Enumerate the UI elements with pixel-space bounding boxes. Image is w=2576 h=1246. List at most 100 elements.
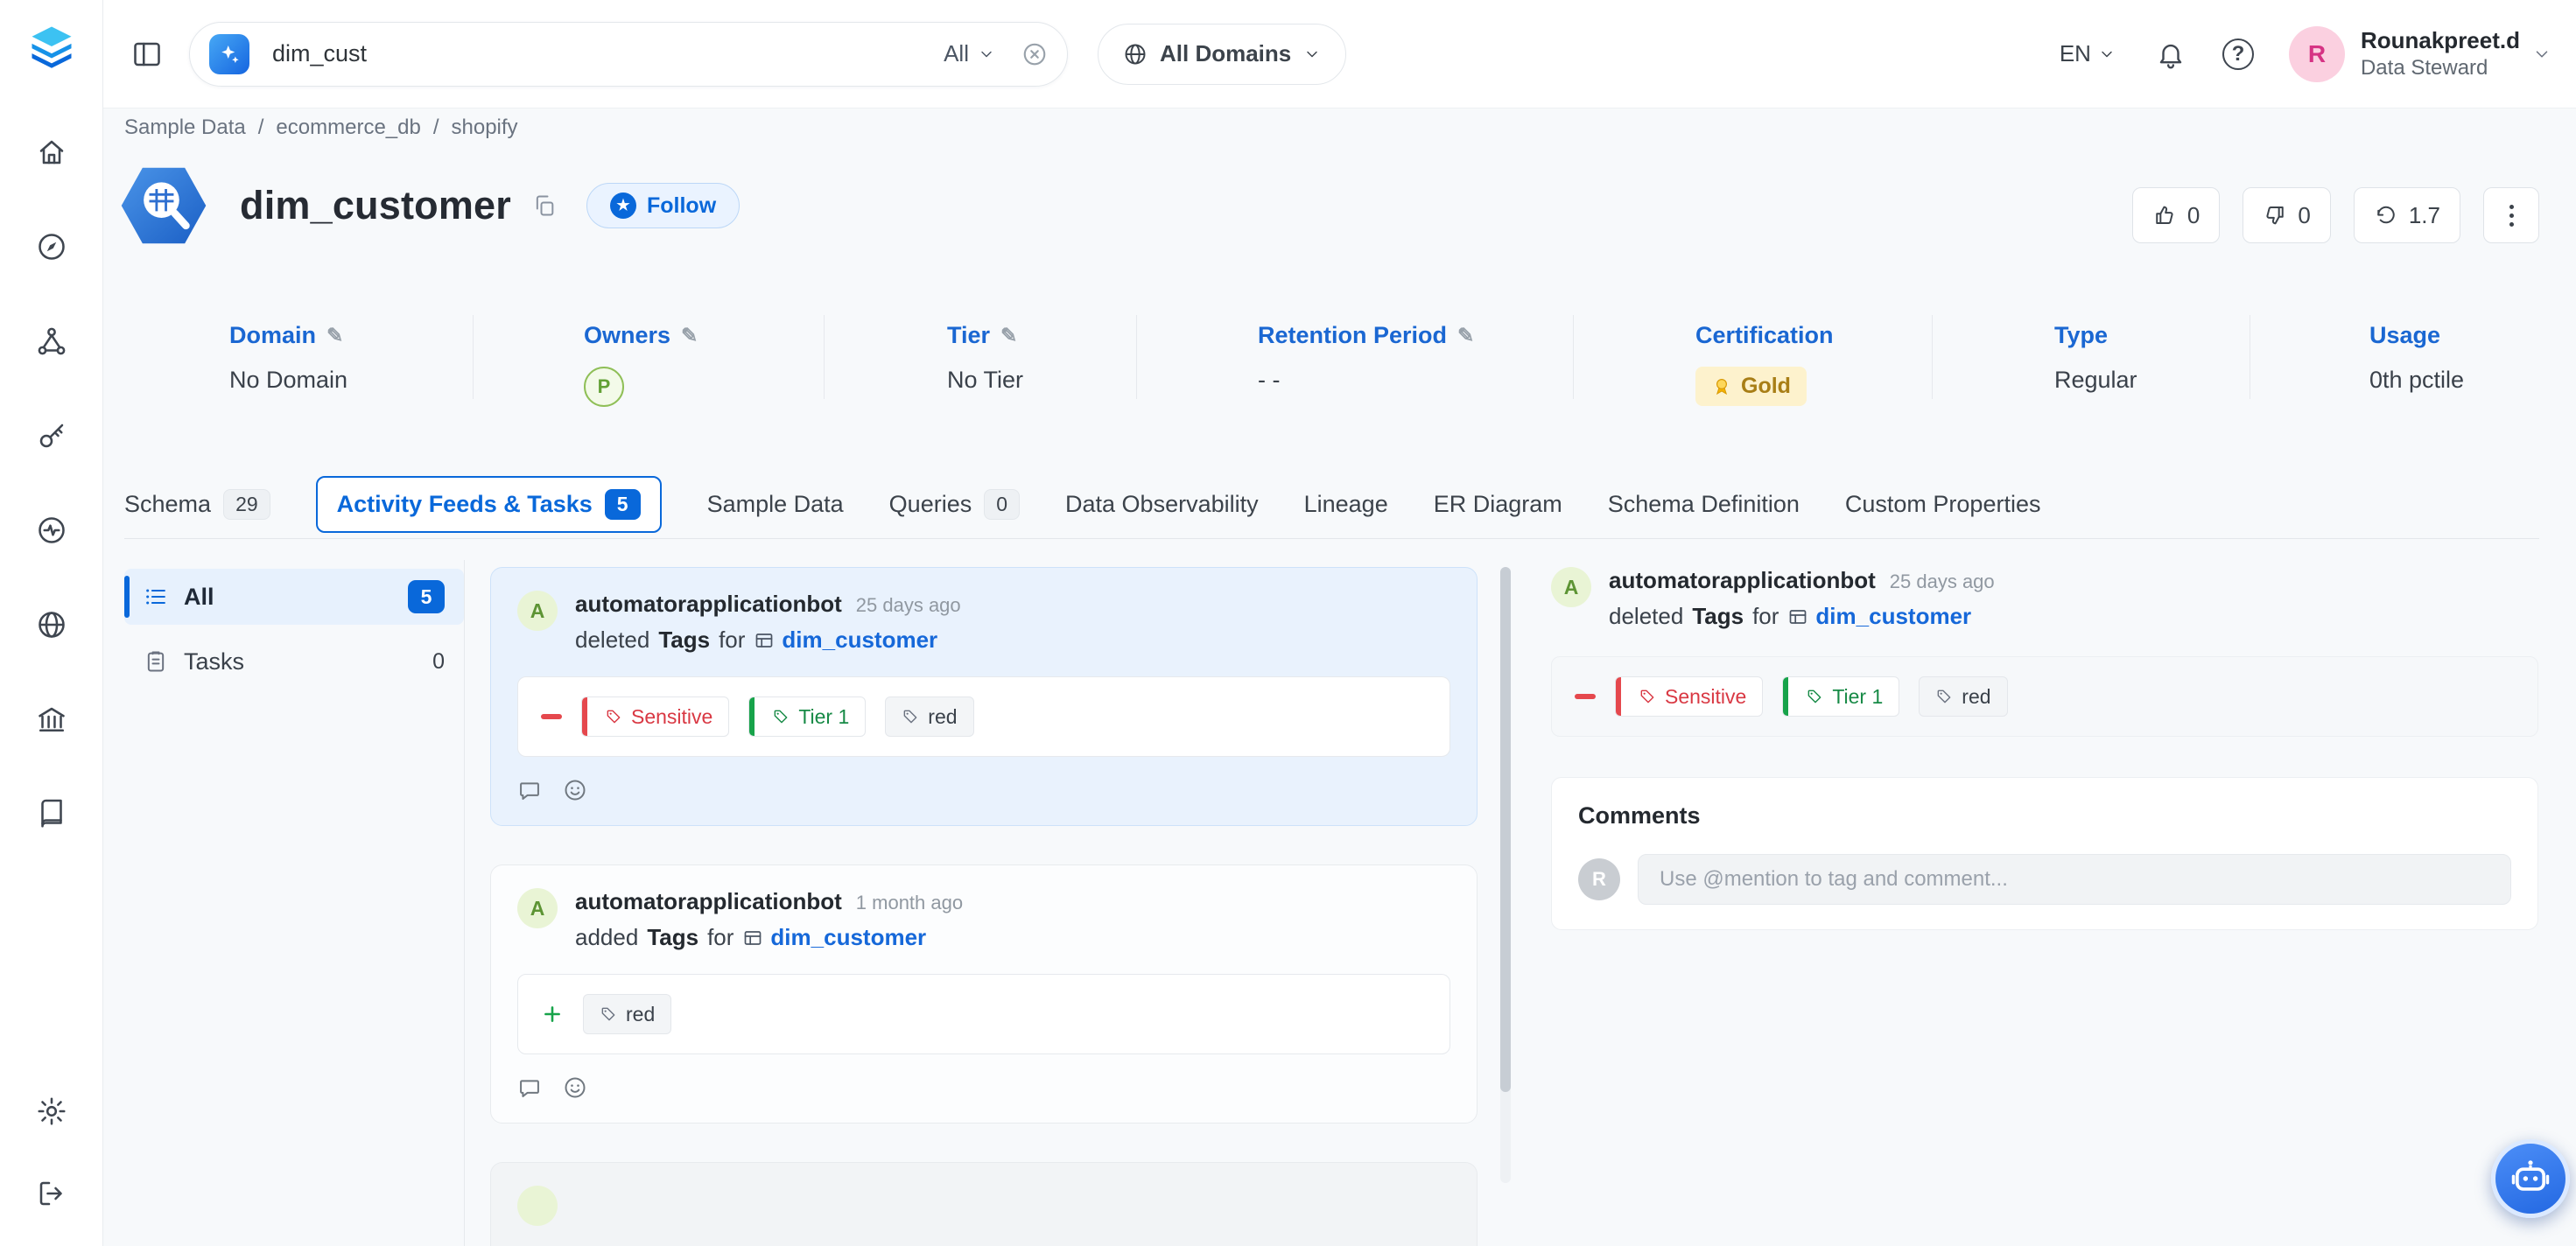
follow-star-icon: ★ — [610, 192, 636, 219]
emoji-reaction-icon[interactable] — [563, 1075, 587, 1100]
entity-link[interactable]: dim_customer — [742, 924, 926, 951]
meta-domain: Domain✎ No Domain — [229, 322, 347, 394]
filter-all[interactable]: All 5 — [124, 569, 464, 625]
tab-er-diagram[interactable]: ER Diagram — [1434, 487, 1562, 522]
table-icon — [742, 928, 763, 948]
feed-object: Tags — [658, 626, 710, 654]
feed-user-name: automatorapplicationbot — [575, 591, 842, 618]
more-options-button[interactable] — [2483, 187, 2539, 243]
follow-button[interactable]: ★ Follow — [586, 183, 740, 228]
global-search-bar[interactable]: dim_cust All — [189, 22, 1068, 87]
tab-data-observability[interactable]: Data Observability — [1065, 487, 1259, 522]
entity-link-label: dim_customer — [770, 924, 926, 951]
emoji-reaction-icon[interactable] — [563, 778, 587, 802]
tab-schema[interactable]: Schema 29 — [124, 486, 270, 523]
tag-label: red — [1962, 685, 1990, 709]
copy-icon[interactable] — [532, 193, 557, 218]
access-key-icon[interactable] — [34, 418, 69, 453]
edit-owners-icon[interactable]: ✎ — [681, 324, 698, 347]
chatbot-button[interactable] — [2491, 1139, 2570, 1218]
tab-count: 0 — [984, 489, 1020, 520]
tag-label: red — [928, 705, 957, 729]
upvote-count: 0 — [2187, 202, 2200, 229]
logout-icon[interactable] — [34, 1176, 69, 1211]
detail-user-name: automatorapplicationbot — [1609, 567, 1876, 594]
app-logo-icon[interactable] — [28, 23, 75, 70]
tag-label: Sensitive — [631, 705, 712, 729]
explore-compass-icon[interactable] — [34, 229, 69, 264]
help-icon[interactable]: ? — [2222, 38, 2254, 70]
user-menu-chevron-icon[interactable] — [2532, 45, 2551, 64]
edit-retention-icon[interactable]: ✎ — [1457, 324, 1474, 347]
entity-tabs: Schema 29 Activity Feeds & Tasks 5 Sampl… — [124, 471, 2539, 539]
feed-timestamp: 25 days ago — [856, 594, 961, 617]
meta-certification: Certification Gold — [1695, 322, 1834, 406]
edit-domain-icon[interactable]: ✎ — [326, 324, 343, 347]
scrollbar-thumb[interactable] — [1500, 567, 1511, 1092]
downvote-button[interactable]: 0 — [2243, 187, 2330, 243]
reply-comment-icon[interactable] — [517, 778, 542, 802]
tag-change-box: red — [517, 974, 1450, 1054]
user-name: Rounakpreet.d — [2361, 26, 2520, 55]
sidebar-toggle-icon[interactable] — [131, 38, 163, 70]
tag-label: red — [626, 1003, 655, 1026]
feed-card[interactable]: A automatorapplicationbot 25 days ago de… — [490, 567, 1478, 826]
tab-custom-properties[interactable]: Custom Properties — [1845, 487, 2041, 522]
feed-detail-panel: A automatorapplicationbot 25 days ago de… — [1551, 567, 2538, 930]
upvote-button[interactable]: 0 — [2132, 187, 2220, 243]
tag-change-box: Sensitive Tier 1 red — [1551, 656, 2538, 737]
language-dropdown[interactable]: EN — [2060, 40, 2116, 67]
tag-chip: red — [583, 994, 671, 1034]
breadcrumb-item[interactable]: Sample Data — [124, 116, 246, 140]
filter-tasks[interactable]: Tasks 0 — [124, 634, 464, 690]
feed-scrollbar[interactable] — [1500, 567, 1511, 1183]
left-sidebar — [0, 0, 103, 1246]
tab-lineage[interactable]: Lineage — [1304, 487, 1388, 522]
search-scope-label: All — [944, 40, 969, 67]
tab-activity-feeds[interactable]: Activity Feeds & Tasks 5 — [316, 476, 662, 533]
entity-link[interactable]: dim_customer — [754, 626, 937, 654]
user-avatar[interactable]: R — [2289, 26, 2345, 82]
language-label: EN — [2060, 40, 2091, 67]
domains-globe-icon[interactable] — [34, 607, 69, 642]
domain-label: Domain — [229, 322, 316, 349]
owners-label: Owners — [584, 322, 670, 349]
feed-card[interactable]: A automatorapplicationbot 1 month ago ad… — [490, 864, 1478, 1124]
tab-sample-data[interactable]: Sample Data — [707, 487, 844, 522]
entity-header: dim_customer ★ Follow — [119, 164, 740, 247]
tab-schema-definition[interactable]: Schema Definition — [1608, 487, 1800, 522]
governance-bank-icon[interactable] — [34, 702, 69, 737]
table-entity-icon — [119, 164, 208, 247]
feed-user-name: automatorapplicationbot — [575, 888, 842, 915]
reply-comment-icon[interactable] — [517, 1075, 542, 1100]
glossary-book-icon[interactable] — [34, 796, 69, 831]
follow-label: Follow — [647, 193, 716, 219]
feed-filter-panel: All 5 Tasks 0 — [124, 569, 464, 690]
comment-input[interactable] — [1638, 854, 2511, 905]
edit-tier-icon[interactable]: ✎ — [1000, 324, 1017, 347]
clear-search-icon[interactable] — [1021, 41, 1048, 67]
feed-card-partial[interactable] — [490, 1162, 1478, 1246]
notifications-bell-icon[interactable] — [2156, 39, 2186, 69]
owner-avatar[interactable]: P — [584, 367, 624, 407]
observability-pulse-icon[interactable] — [34, 513, 69, 548]
version-button[interactable]: 1.7 — [2354, 187, 2460, 243]
tag-chip: Tier 1 — [1782, 676, 1899, 717]
home-icon[interactable] — [34, 135, 69, 170]
chevron-down-icon — [978, 46, 995, 63]
domains-filter-button[interactable]: All Domains — [1098, 24, 1346, 85]
tag-icon — [600, 1005, 617, 1023]
entity-link[interactable]: dim_customer — [1787, 603, 1971, 630]
settings-gear-icon[interactable] — [34, 1094, 69, 1129]
feed-object: Tags — [647, 924, 698, 951]
search-scope-dropdown[interactable]: All — [944, 40, 995, 67]
tag-label: Sensitive — [1665, 685, 1746, 709]
breadcrumb-item[interactable]: ecommerce_db — [276, 116, 420, 140]
lineage-graph-icon[interactable] — [34, 324, 69, 359]
breadcrumb-item[interactable]: shopify — [452, 116, 518, 140]
medal-icon — [1711, 376, 1732, 397]
tab-queries[interactable]: Queries 0 — [889, 486, 1020, 523]
search-input[interactable]: dim_cust — [272, 40, 367, 67]
tag-chip: red — [1919, 676, 2007, 717]
comments-title: Comments — [1578, 802, 2511, 830]
